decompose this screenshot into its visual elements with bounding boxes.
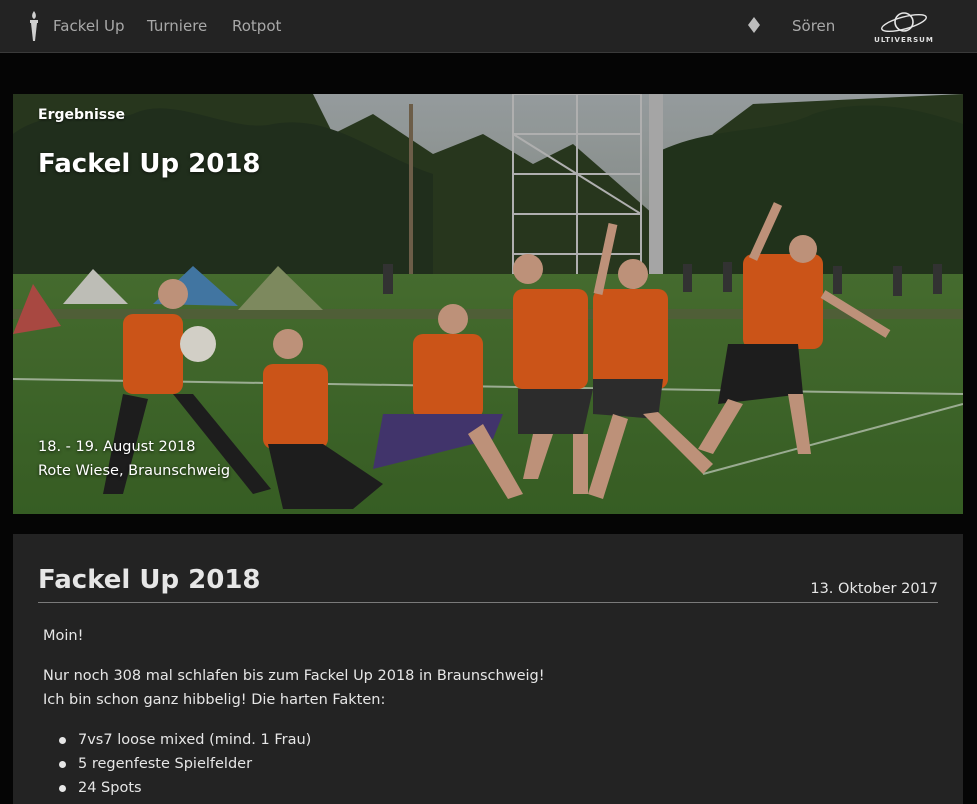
- ultiversum-logo[interactable]: ULTIVERSUM: [873, 9, 935, 45]
- hero-banner[interactable]: Ergebnisse Fackel Up 2018 18. - 19. Augu…: [13, 94, 963, 514]
- logo-text: ULTIVERSUM: [874, 36, 934, 44]
- list-item: 5 regenfeste Spielfelder: [59, 752, 923, 776]
- nav-link-turniere[interactable]: Turniere: [147, 0, 207, 52]
- nav-brand-link[interactable]: Fackel Up: [53, 0, 125, 52]
- post-paragraph-line: Ich bin schon ganz hibbelig! Die harten …: [43, 692, 386, 708]
- planet-logo-icon: [881, 12, 927, 33]
- post-body: Moin! Nur noch 308 mal schlafen bis zum …: [43, 624, 923, 800]
- hero-location: Rote Wiese, Braunschweig: [38, 463, 231, 479]
- hero-title: Fackel Up 2018: [38, 149, 261, 179]
- title-divider: [38, 602, 938, 603]
- post-date: 13. Oktober 2017: [810, 581, 938, 597]
- post-greeting: Moin!: [43, 628, 84, 644]
- list-item: 7vs7 loose mixed (mind. 1 Frau): [59, 728, 923, 752]
- torch-icon[interactable]: [27, 10, 41, 42]
- post-card: Fackel Up 2018 13. Oktober 2017 Moin! Nu…: [13, 534, 963, 804]
- facts-list: 7vs7 loose mixed (mind. 1 Frau) 5 regenf…: [43, 728, 923, 800]
- post-title: Fackel Up 2018: [38, 565, 261, 595]
- nav-link-rotpot[interactable]: Rotpot: [232, 0, 281, 52]
- top-navbar: Fackel Up Turniere Rotpot Sören ULTIVERS…: [0, 0, 977, 53]
- hero-kicker: Ergebnisse: [38, 107, 125, 123]
- diamond-icon[interactable]: [748, 17, 760, 33]
- list-item: 24 Spots: [59, 776, 923, 800]
- hero-date: 18. - 19. August 2018: [38, 439, 196, 455]
- post-paragraph: Nur noch 308 mal schlafen bis zum Fackel…: [43, 664, 923, 712]
- user-menu-link[interactable]: Sören: [792, 0, 835, 52]
- post-paragraph-line: Nur noch 308 mal schlafen bis zum Fackel…: [43, 668, 545, 684]
